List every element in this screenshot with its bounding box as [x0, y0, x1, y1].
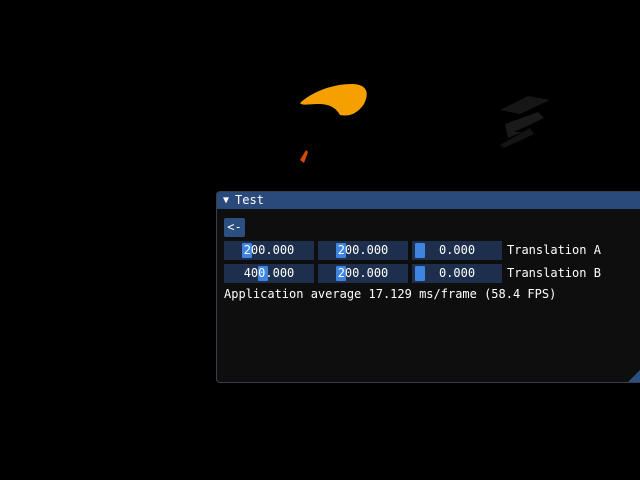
translation-a-row: 200.000 200.000 0.000 Translation A	[224, 241, 601, 260]
resize-grip[interactable]	[628, 370, 640, 382]
slider-value: 0.000	[438, 266, 476, 280]
orange-swoosh-shape	[300, 84, 367, 116]
slider-value: 400.000	[243, 266, 295, 280]
translation-b-label: Translation B	[507, 266, 601, 280]
window-title: Test	[235, 193, 264, 207]
slider-value: 200.000	[243, 243, 295, 257]
translation-a-x-slider[interactable]: 200.000	[224, 241, 314, 260]
translation-b-x-slider[interactable]: 400.000	[224, 264, 314, 283]
slider-value: 0.000	[438, 243, 476, 257]
dark-shape-bottom	[500, 128, 534, 148]
slider-value: 200.000	[337, 243, 389, 257]
back-button[interactable]: <-	[224, 218, 245, 237]
translation-a-label: Translation A	[507, 243, 601, 257]
dark-shape-top	[500, 96, 550, 114]
slider-value: 200.000	[337, 266, 389, 280]
translation-a-y-slider[interactable]: 200.000	[318, 241, 408, 260]
translation-b-z-slider[interactable]: 0.000	[412, 264, 502, 283]
fps-readout: Application average 17.129 ms/frame (58.…	[224, 287, 557, 301]
translation-a-z-slider[interactable]: 0.000	[412, 241, 502, 260]
test-window[interactable]: ▼ Test <- 200.000 200.000 0.000 Translat…	[216, 191, 640, 383]
translation-b-row: 400.000 200.000 0.000 Translation B	[224, 264, 601, 283]
render-viewport: ▼ Test <- 200.000 200.000 0.000 Translat…	[0, 0, 640, 480]
window-title-bar[interactable]: ▼ Test	[217, 192, 640, 209]
translation-b-y-slider[interactable]: 200.000	[318, 264, 408, 283]
slider-grab[interactable]	[415, 243, 425, 258]
triangle-down-icon[interactable]: ▼	[223, 192, 229, 209]
slider-grab[interactable]	[415, 266, 425, 281]
orange-fragment-shape	[300, 150, 308, 163]
